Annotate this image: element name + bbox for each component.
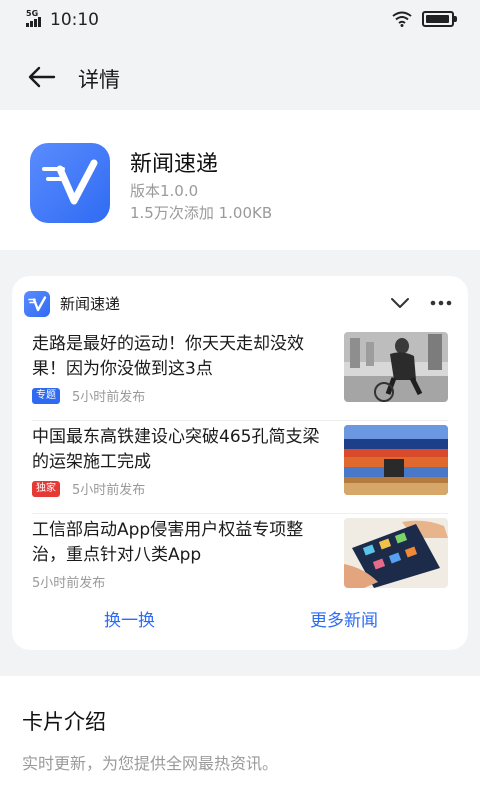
- news-headline: 中国最东高铁建设心突破465孔简支梁的运架施工完成: [32, 427, 320, 472]
- section-title: 卡片介绍: [22, 710, 106, 734]
- news-tag: 独家: [32, 480, 60, 497]
- battery-icon: [422, 11, 457, 27]
- more-options-icon[interactable]: [430, 300, 452, 306]
- top-app-bar: 详情: [0, 40, 480, 110]
- battery-fill: [426, 15, 449, 23]
- news-time: 5小时前发布: [72, 390, 146, 405]
- page-title: 详情: [78, 68, 120, 92]
- news-headline: 工信部启动App侵害用户权益专项整治，重点针对八类App: [32, 520, 304, 565]
- card-title: 新闻速递: [60, 295, 121, 313]
- chevron-down-icon[interactable]: [390, 296, 410, 310]
- app-version: 版本1.0.0: [130, 182, 199, 200]
- news-meta: 独家 5小时前发布: [32, 479, 145, 498]
- news-time: 5小时前发布: [32, 576, 106, 591]
- network-type: 5G: [26, 9, 39, 18]
- signal-icon: 5G: [26, 9, 46, 29]
- news-thumbnail-railway: [344, 425, 448, 495]
- app-name: 新闻速递: [130, 152, 219, 177]
- card-header: 新闻速递: [12, 276, 468, 328]
- news-item[interactable]: 工信部启动App侵害用户权益专项整治，重点针对八类App 5小时前发布: [32, 514, 448, 604]
- status-bar: 5G 10:10: [0, 0, 480, 40]
- status-right: [392, 11, 457, 27]
- app-logo-icon: [30, 143, 110, 223]
- refresh-button[interactable]: 换一换: [104, 606, 155, 631]
- news-item[interactable]: 中国最东高铁建设心突破465孔简支梁的运架施工完成 独家 5小时前发布: [32, 421, 448, 511]
- news-tag: 专题: [32, 387, 60, 404]
- wifi-icon: [392, 11, 412, 27]
- news-card: 新闻速递 走路是最好的运动！你天天走却没效果！因为你没做到这3点 专题 5小时前…: [12, 276, 468, 650]
- card-intro-section: 卡片介绍 实时更新，为您提供全网最热资讯。: [0, 676, 480, 800]
- news-meta: 5小时前发布: [32, 572, 105, 591]
- card-actions: 换一换 更多新闻: [12, 606, 468, 640]
- news-headline: 走路是最好的运动！你天天走却没效果！因为你没做到这3点: [32, 334, 304, 379]
- more-news-button[interactable]: 更多新闻: [310, 606, 378, 631]
- card-app-icon: [24, 291, 50, 317]
- status-left: 5G 10:10: [26, 9, 99, 30]
- news-time: 5小时前发布: [72, 483, 146, 498]
- section-description: 实时更新，为您提供全网最热资讯。: [22, 754, 279, 773]
- news-thumbnail-phone: [344, 518, 448, 588]
- back-arrow-icon[interactable]: [28, 66, 56, 88]
- news-meta: 专题 5小时前发布: [32, 386, 145, 405]
- app-stats: 1.5万次添加 1.00KB: [130, 204, 273, 222]
- clock: 10:10: [50, 10, 99, 30]
- app-info-section: 新闻速递 版本1.0.0 1.5万次添加 1.00KB: [0, 110, 480, 250]
- news-item[interactable]: 走路是最好的运动！你天天走却没效果！因为你没做到这3点 专题 5小时前发布: [32, 328, 448, 418]
- news-thumbnail-cyclist: [344, 332, 448, 402]
